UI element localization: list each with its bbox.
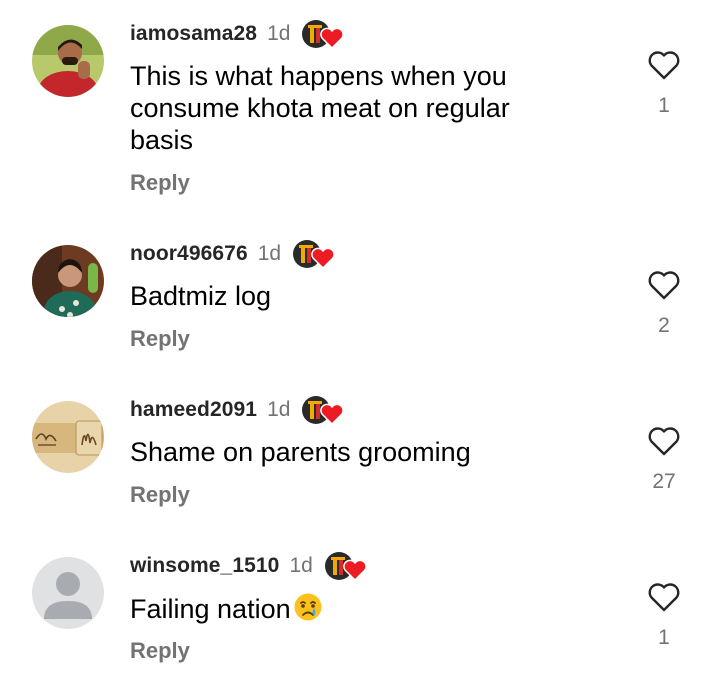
comment-text-line: Shame on parents grooming bbox=[130, 437, 471, 467]
username[interactable]: noor496676 bbox=[130, 242, 248, 266]
timestamp: 1d bbox=[257, 242, 282, 265]
username[interactable]: winsome_1510 bbox=[130, 554, 279, 578]
like-count: 1 bbox=[658, 94, 670, 117]
comment-text: Badtmiz log bbox=[130, 280, 600, 312]
crying-face-emoji-icon bbox=[293, 592, 323, 622]
comment-text-line: Badtmiz log bbox=[130, 281, 272, 311]
like-count: 1 bbox=[658, 626, 670, 649]
creator-heart-badge-icon bbox=[291, 238, 335, 270]
heart-outline-icon bbox=[648, 51, 680, 80]
comment-text: This is what happens when you consume kh… bbox=[130, 60, 600, 156]
avatar[interactable] bbox=[32, 245, 104, 317]
default-person-icon bbox=[32, 557, 104, 629]
username[interactable]: hameed2091 bbox=[130, 398, 257, 422]
heart-outline-icon bbox=[648, 271, 680, 300]
like-button[interactable] bbox=[647, 50, 681, 80]
heart-outline-icon bbox=[648, 583, 680, 612]
like-button[interactable] bbox=[647, 582, 681, 612]
comment-text-line: This is what happens when you bbox=[130, 61, 507, 91]
reply-button[interactable]: Reply bbox=[130, 638, 190, 664]
comment-text-line: Failing nation bbox=[130, 594, 291, 624]
like-count: 27 bbox=[652, 470, 676, 493]
like-button[interactable] bbox=[647, 270, 681, 300]
avatar[interactable] bbox=[32, 25, 104, 97]
like-count: 2 bbox=[658, 314, 670, 337]
reply-button[interactable]: Reply bbox=[130, 482, 190, 508]
reply-button[interactable]: Reply bbox=[130, 170, 190, 196]
timestamp: 1d bbox=[267, 22, 291, 45]
timestamp: 1d bbox=[267, 398, 291, 421]
timestamp: 1d bbox=[289, 554, 313, 577]
comment-text-line: consume khota meat on regular bbox=[130, 93, 510, 123]
comment-text: Failing nation bbox=[130, 592, 600, 625]
creator-heart-badge-icon bbox=[300, 394, 345, 426]
comment-text-line: basis bbox=[130, 125, 194, 155]
avatar[interactable] bbox=[32, 401, 104, 473]
like-button[interactable] bbox=[647, 426, 681, 456]
avatar[interactable] bbox=[32, 557, 104, 629]
comment-text: Shame on parents grooming bbox=[130, 436, 600, 468]
creator-heart-badge-icon bbox=[323, 550, 367, 582]
creator-heart-badge-icon bbox=[300, 18, 345, 50]
reply-button[interactable]: Reply bbox=[130, 326, 190, 352]
username[interactable]: iamosama28 bbox=[130, 22, 257, 46]
heart-outline-icon bbox=[648, 427, 680, 456]
